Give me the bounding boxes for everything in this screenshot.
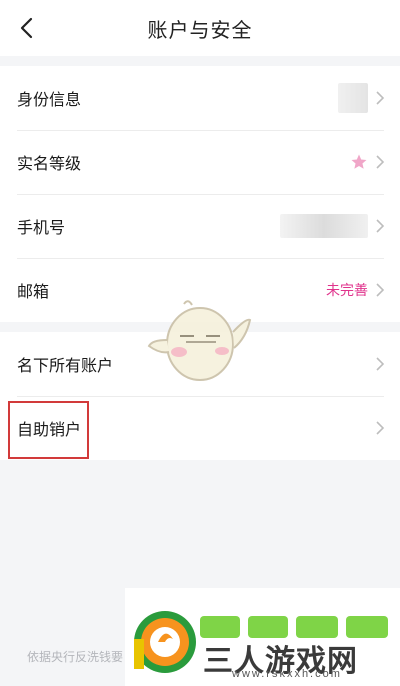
real-name-level-label: 实名等级 bbox=[17, 156, 82, 173]
mascot-watermark-icon bbox=[147, 300, 252, 381]
phone-number-row[interactable]: 手机号 bbox=[0, 194, 400, 258]
chevron-right-icon bbox=[376, 219, 385, 233]
chevron-right-icon bbox=[376, 421, 385, 435]
chevron-right-icon bbox=[376, 91, 385, 105]
page-title: 账户与安全 bbox=[147, 19, 253, 42]
phone-number-label: 手机号 bbox=[17, 220, 66, 237]
email-status-text: 未完善 bbox=[326, 282, 368, 298]
self-cancel-account-label: 自助销户 bbox=[17, 422, 82, 439]
star-icon bbox=[351, 154, 367, 169]
account-info-group: 身份信息 实名等级 手机号 邮箱 未完善 bbox=[0, 66, 400, 322]
chevron-left-icon bbox=[20, 17, 33, 39]
nav-bar: 账户与安全 bbox=[0, 0, 400, 56]
back-button[interactable] bbox=[8, 10, 44, 46]
chevron-right-icon bbox=[376, 283, 385, 297]
chevron-right-icon bbox=[376, 357, 385, 371]
all-accounts-label: 名下所有账户 bbox=[17, 358, 114, 375]
blurred-avatar bbox=[338, 83, 368, 113]
watermark-logo-icon bbox=[134, 611, 196, 673]
identity-info-row[interactable]: 身份信息 bbox=[0, 66, 400, 130]
chevron-right-icon bbox=[376, 155, 385, 169]
real-name-level-row[interactable]: 实名等级 bbox=[0, 130, 400, 194]
watermark-url: www.rskxxh.com bbox=[232, 668, 342, 680]
blurred-phone-number bbox=[280, 214, 368, 238]
footer-note: 依据央行反洗钱要 bbox=[27, 650, 124, 664]
identity-info-label: 身份信息 bbox=[17, 92, 82, 109]
self-cancel-account-row[interactable]: 自助销户 bbox=[0, 396, 400, 460]
email-label: 邮箱 bbox=[17, 284, 50, 301]
